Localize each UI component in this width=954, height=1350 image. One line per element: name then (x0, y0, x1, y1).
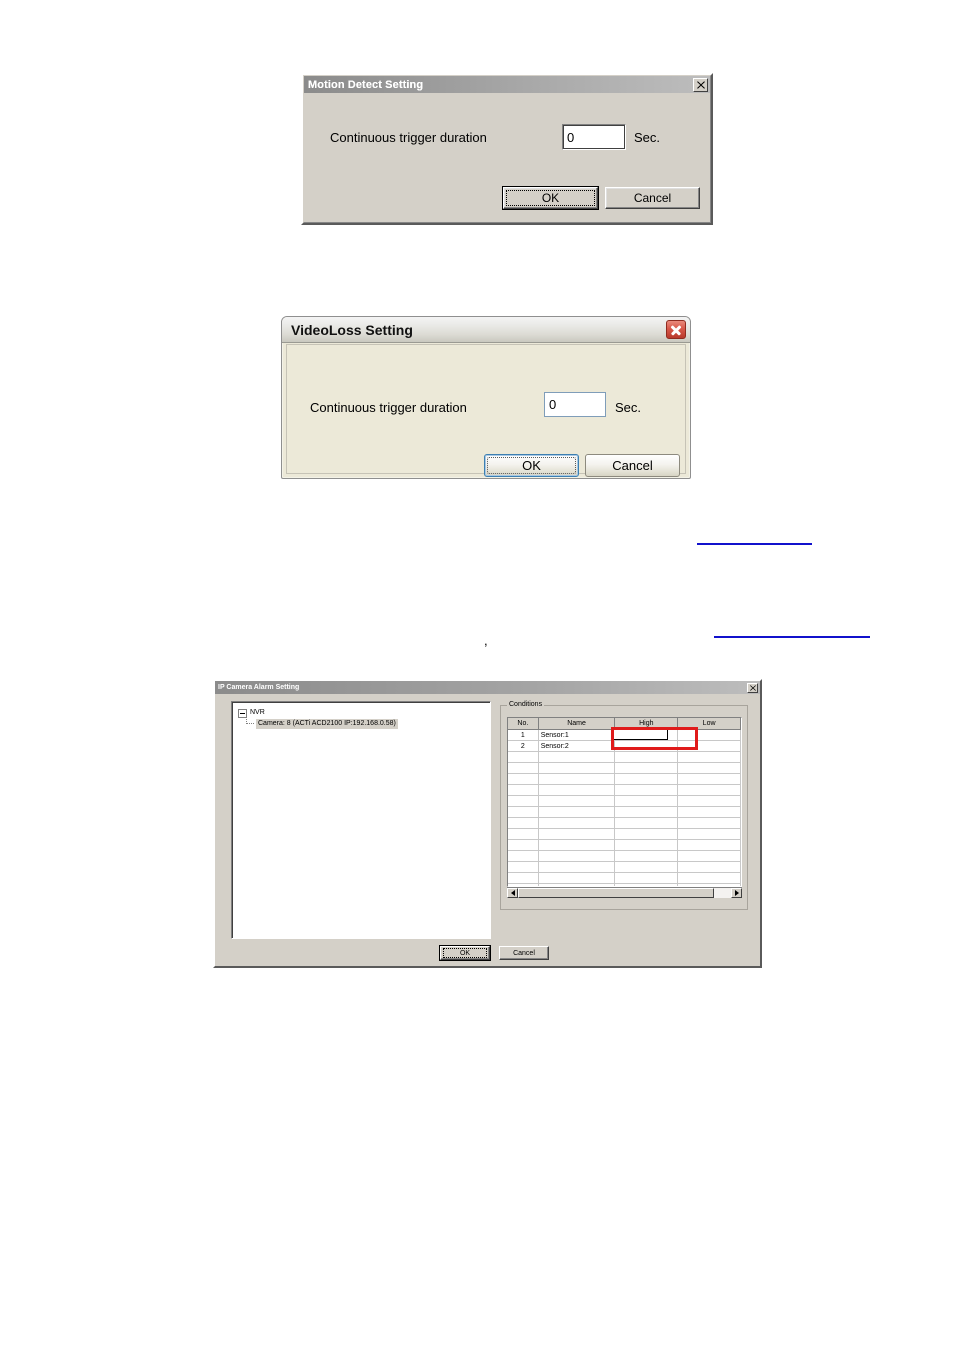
table-row-empty[interactable] (508, 850, 741, 862)
videoloss-cancel-label: Cancel (612, 458, 653, 473)
scroll-left-arrow-icon[interactable] (507, 888, 518, 898)
scroll-right-arrow-icon[interactable] (731, 888, 742, 898)
column-header-high[interactable]: High (614, 718, 679, 730)
motion-duration-label: Continuous trigger duration (330, 130, 487, 145)
cell-low[interactable] (677, 740, 741, 752)
focus-ring (443, 948, 487, 958)
close-icon[interactable] (693, 77, 708, 92)
alarm-cancel-button[interactable]: Cancel (499, 946, 549, 960)
table-row-empty[interactable] (508, 762, 741, 774)
alarm-cancel-label: Cancel (513, 949, 535, 957)
videoloss-cancel-button[interactable]: Cancel (585, 454, 680, 477)
motion-unit-label: Sec. (634, 130, 661, 145)
scroll-thumb[interactable] (518, 888, 714, 898)
videoloss-duration-input[interactable]: 0 (544, 392, 606, 417)
tree-collapse-icon[interactable] (238, 708, 247, 718)
close-x-glyph (749, 684, 756, 691)
cell-no: 2 (508, 740, 539, 752)
ip-camera-alarm-setting-dialog: IP Camera Alarm Setting NVR Camera: 8 (A… (213, 679, 762, 968)
alarm-ok-button[interactable]: OK (439, 945, 491, 961)
device-tree-panel[interactable]: NVR Camera: 8 (ACTi ACD2100 IP:192.168.0… (231, 701, 491, 939)
inline-comma-mark: , (484, 633, 488, 648)
table-header-row: No. Name High Low (508, 718, 741, 730)
alarm-title: IP Camera Alarm Setting (218, 684, 300, 691)
chevron-left-icon (510, 890, 515, 896)
videoloss-unit-label: Sec. (615, 400, 642, 415)
cell-low[interactable] (677, 729, 741, 741)
conditions-table: No. Name High Low 1 Sensor:1 2 Sensor:2 (508, 718, 741, 886)
motion-ok-button[interactable]: OK (502, 186, 599, 210)
table-row[interactable]: 2 Sensor:2 (508, 740, 741, 752)
hyperlink-2[interactable] (714, 626, 870, 638)
table-row-empty[interactable] (508, 861, 741, 873)
cell-high[interactable] (614, 740, 679, 752)
videoloss-body: Continuous trigger duration 0 Sec. OK Ca… (286, 344, 686, 477)
tree-node-nvr[interactable]: NVR (238, 708, 490, 718)
videoloss-titlebar[interactable]: VideoLoss Setting (282, 317, 690, 343)
tree-node-camera-label: Camera: 8 (ACTi ACD2100 IP:192.168.0.58) (256, 719, 398, 729)
alarm-titlebar[interactable]: IP Camera Alarm Setting (215, 681, 760, 694)
videoloss-duration-label: Continuous trigger duration (310, 400, 467, 415)
motion-detect-titlebar[interactable]: Motion Detect Setting (304, 76, 710, 93)
table-row-empty[interactable] (508, 839, 741, 851)
motion-duration-input[interactable]: 0 (562, 124, 626, 150)
videoloss-ok-button[interactable]: OK (484, 454, 579, 477)
close-icon[interactable] (747, 682, 758, 693)
close-x-glyph (696, 80, 705, 89)
motion-detect-title: Motion Detect Setting (308, 78, 424, 91)
chevron-right-icon (734, 890, 739, 896)
videoloss-setting-dialog: VideoLoss Setting Continuous trigger dur… (281, 316, 691, 479)
focus-ring (487, 457, 576, 474)
motion-detect-setting-dialog: Motion Detect Setting Continuous trigger… (301, 73, 713, 225)
table-row-empty[interactable] (508, 773, 741, 785)
column-header-name[interactable]: Name (538, 718, 616, 730)
conditions-group-label: Conditions (507, 701, 545, 708)
cell-name: Sensor:2 (538, 740, 616, 752)
table-row-empty[interactable] (508, 872, 741, 884)
table-row-empty[interactable] (508, 828, 741, 840)
conditions-grid[interactable]: No. Name High Low 1 Sensor:1 2 Sensor:2 (507, 717, 742, 887)
table-row-empty[interactable] (508, 795, 741, 807)
column-header-low[interactable]: Low (677, 718, 741, 730)
motion-cancel-label: Cancel (633, 191, 672, 205)
scroll-track[interactable] (518, 888, 731, 898)
conditions-table-body: 1 Sensor:1 2 Sensor:2 (508, 729, 741, 886)
table-row-empty[interactable] (508, 817, 741, 829)
column-header-no[interactable]: No. (508, 718, 539, 730)
grid-horizontal-scrollbar[interactable] (507, 887, 742, 898)
tree-node-camera[interactable]: Camera: 8 (ACTi ACD2100 IP:192.168.0.58) (242, 719, 490, 729)
videoloss-title: VideoLoss Setting (291, 321, 413, 338)
table-row-empty[interactable] (508, 751, 741, 763)
focus-ring (506, 190, 595, 206)
page-root: { "page": { "width": 954, "height": 1350… (0, 0, 954, 1350)
close-icon[interactable] (666, 320, 686, 339)
table-row-empty[interactable] (508, 806, 741, 818)
cell-no: 1 (508, 729, 539, 741)
dialog-inner-frame: Motion Detect Setting Continuous trigger… (303, 75, 711, 223)
tree-branch-line-icon (242, 719, 256, 729)
hyperlink-1[interactable] (697, 533, 812, 545)
tree-node-nvr-label: NVR (250, 709, 265, 716)
cell-name: Sensor:1 (538, 729, 616, 741)
motion-cancel-button[interactable]: Cancel (605, 187, 700, 209)
table-row-empty[interactable] (508, 784, 741, 796)
high-cell-editor[interactable] (613, 729, 668, 740)
